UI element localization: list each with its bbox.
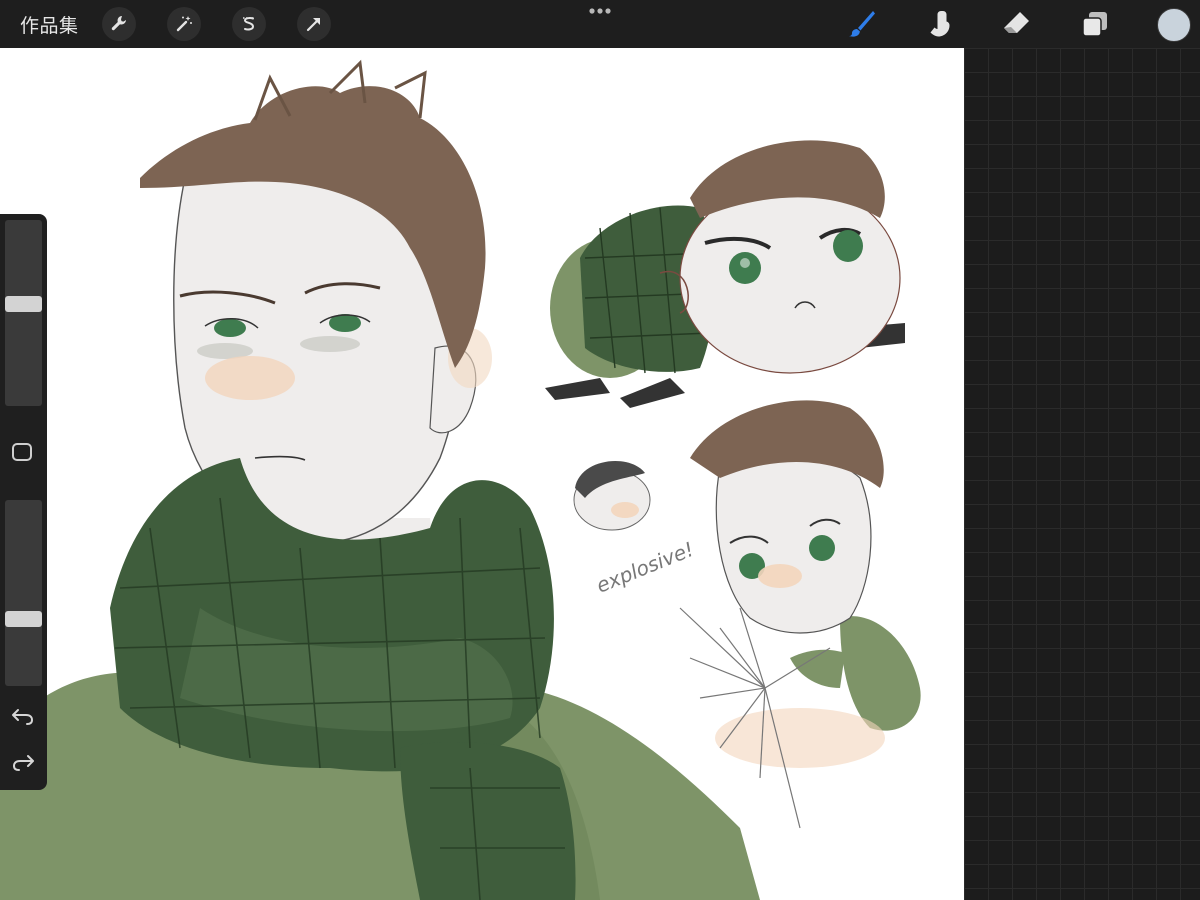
undo-icon[interactable]: [10, 704, 36, 728]
gallery-button[interactable]: 作品集: [20, 11, 79, 38]
opacity-slider[interactable]: [5, 500, 42, 686]
brush-icon: [849, 11, 875, 37]
smudge-finger-icon: [930, 11, 950, 37]
drawing-canvas[interactable]: explosive!: [0, 48, 964, 900]
color-picker-button[interactable]: [1157, 8, 1191, 42]
opacity-slider-thumb[interactable]: [5, 611, 42, 627]
small-doodle-head: [573, 461, 651, 531]
modify-button[interactable]: [12, 443, 32, 461]
magic-wand-icon: [176, 16, 192, 32]
smudge-tool-button[interactable]: [921, 6, 957, 42]
actions-button[interactable]: [102, 7, 136, 41]
procreate-app: 作品集 explosive!: [0, 0, 1200, 900]
explosive-annotation: explosive!: [593, 537, 697, 598]
selection-button[interactable]: [232, 7, 266, 41]
redo-icon[interactable]: [10, 750, 36, 774]
artwork: explosive!: [0, 59, 921, 900]
arrow-cursor-icon: [306, 18, 320, 32]
brush-tool-button[interactable]: [844, 6, 880, 42]
brush-size-slider-thumb[interactable]: [5, 296, 42, 312]
brush-size-slider[interactable]: [5, 220, 42, 406]
top-toolbar: 作品集: [0, 0, 1200, 48]
more-options-icon[interactable]: [584, 4, 616, 18]
layers-button[interactable]: [1077, 6, 1113, 42]
wrench-icon: [111, 16, 126, 31]
eraser-tool-button[interactable]: [999, 6, 1035, 42]
layers-icon: [1082, 12, 1107, 37]
workspace-background: [964, 48, 1200, 900]
left-sidebar: [0, 214, 47, 790]
chibi-lying: [545, 140, 905, 408]
selection-s-icon: [243, 17, 255, 31]
adjustments-button[interactable]: [167, 7, 201, 41]
eraser-icon: [1004, 12, 1029, 33]
transform-button[interactable]: [297, 7, 331, 41]
